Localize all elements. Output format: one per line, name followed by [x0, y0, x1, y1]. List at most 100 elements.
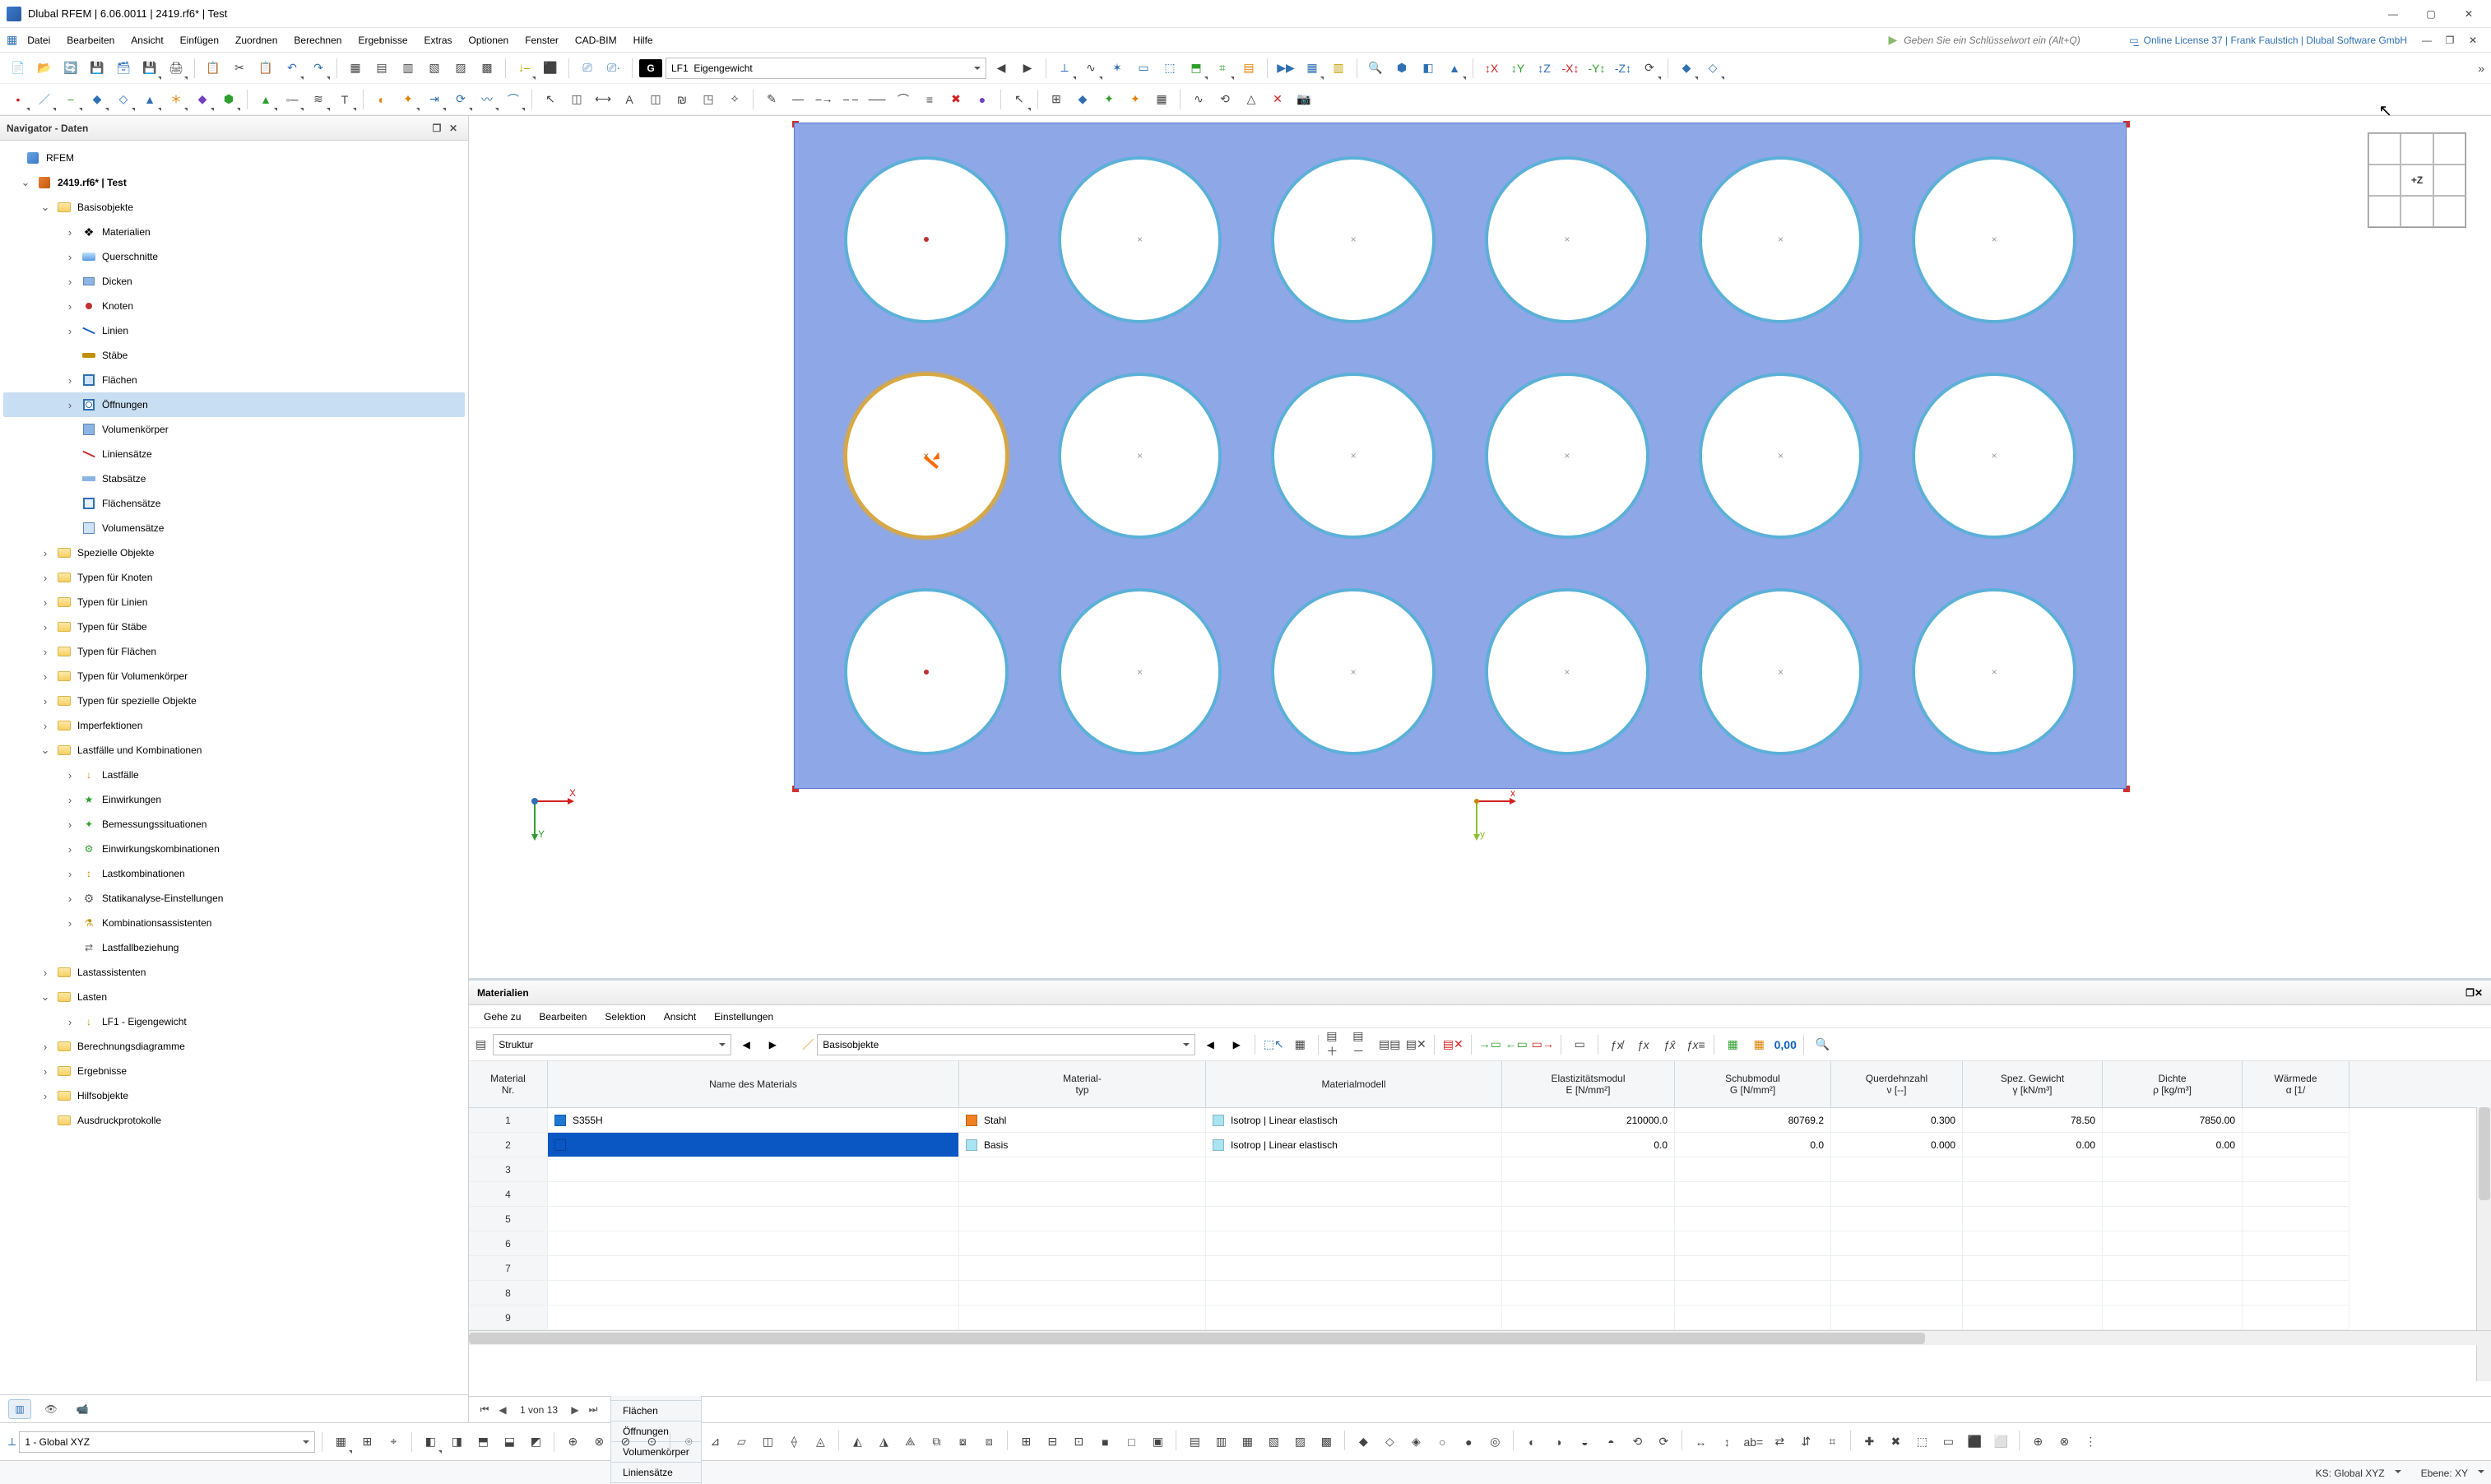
tree-folder-ausdruckprotokolle[interactable]: Ausdruckprotokolle	[3, 1108, 465, 1133]
tree-item-statikanalyse-einstellungen[interactable]: ›⚙Statikanalyse-Einstellungen	[3, 886, 465, 911]
panel-close-icon[interactable]: ✕	[445, 120, 462, 137]
memberset-tool[interactable]: ◆	[191, 88, 214, 111]
cmd-button-7[interactable]: ◮	[872, 1431, 895, 1454]
table-row[interactable]: 7	[469, 1256, 2491, 1281]
tree-folder-typen-für-volumenkörper[interactable]: ›Typen für Volumenkörper	[3, 664, 465, 689]
col-header-3[interactable]: Materialmodell	[1206, 1061, 1502, 1107]
mdi-restore[interactable]: ❐	[2438, 30, 2461, 50]
table-row[interactable]: 8	[469, 1281, 2491, 1305]
cmd-button-24[interactable]: ◆	[1352, 1431, 1375, 1454]
col-header-9[interactable]: Wärmedeα [1/	[2243, 1061, 2350, 1107]
table-color-button[interactable]: ▦	[1747, 1033, 1770, 1056]
tree-lastassistenten[interactable]: ›Lastassistenten	[3, 960, 465, 985]
window-close[interactable]: ✕	[2450, 1, 2488, 27]
cb-5[interactable]: ◨	[445, 1431, 468, 1454]
tree-item-querschnitte[interactable]: ›Querschnitte	[3, 244, 465, 269]
opening-18[interactable]: ×	[1912, 588, 2076, 755]
cb-7[interactable]: ⬓	[498, 1431, 521, 1454]
keyword-input[interactable]	[1902, 34, 2116, 47]
opening-11[interactable]: ×	[1699, 373, 1863, 540]
axis-mz-button[interactable]: -Z↕	[1612, 57, 1635, 80]
array-tool[interactable]: ✦	[397, 88, 420, 111]
divide-tool[interactable]: ✖	[944, 88, 967, 111]
mdi-close[interactable]: ✕	[2461, 30, 2484, 50]
tool-b2[interactable]: ▦	[1301, 57, 1324, 80]
cmd-button-45[interactable]: ▭	[1937, 1431, 1960, 1454]
cmd-button-40[interactable]: ⇵	[1794, 1431, 1817, 1454]
import-button[interactable]: →▭	[1478, 1033, 1501, 1056]
table-tab-liniensätze[interactable]: Liniensätze	[610, 1462, 702, 1482]
cmd-button-44[interactable]: ⬚	[1910, 1431, 1933, 1454]
layout-1-button[interactable]: ▦	[344, 57, 367, 80]
tree-lasten[interactable]: ⌄Lasten	[3, 985, 465, 1009]
lc-next-button[interactable]: ▶	[1016, 57, 1039, 80]
table-menu-ansicht[interactable]: Ansicht	[656, 1008, 704, 1026]
opening-13[interactable]	[844, 588, 1009, 755]
status-ebene[interactable]: Ebene: XY	[2421, 1468, 2484, 1479]
cmd-button-35[interactable]: ⟳	[1652, 1431, 1675, 1454]
cb-9[interactable]: ⊕	[561, 1431, 584, 1454]
grid-3-button[interactable]: ✦	[1097, 88, 1120, 111]
menu-cad-bim[interactable]: CAD-BIM	[567, 31, 625, 49]
menu-datei[interactable]: Datei	[19, 31, 58, 49]
window-maximize[interactable]: ▢	[2412, 1, 2450, 27]
cb-10[interactable]: ⊗	[587, 1431, 610, 1454]
cmd-button-1[interactable]: ⊿	[703, 1431, 726, 1454]
cmd-button-26[interactable]: ◈	[1404, 1431, 1427, 1454]
misc-1-button[interactable]: ∿	[1187, 88, 1210, 111]
cb-11[interactable]: ⊘	[614, 1431, 637, 1454]
opening-8[interactable]: ×	[1058, 373, 1222, 540]
opening-15[interactable]: ×	[1271, 588, 1436, 755]
table-menu-selektion[interactable]: Selektion	[596, 1008, 653, 1026]
tool-a6[interactable]: ⬒	[1185, 57, 1208, 80]
row-clear-button[interactable]: ▤✕	[1404, 1033, 1427, 1056]
cmd-button-11[interactable]: ⧈	[977, 1431, 1000, 1454]
iso-view-button[interactable]: ⬢	[1390, 57, 1413, 80]
axis-z-button[interactable]: ↕Z	[1533, 57, 1556, 80]
table-prev-button[interactable]: ◀	[735, 1033, 758, 1056]
cmd-button-0[interactable]: ⌾	[677, 1431, 700, 1454]
window-minimize[interactable]: —	[2374, 1, 2412, 27]
opening-5[interactable]: ×	[1699, 156, 1863, 323]
cmd-button-43[interactable]: ✖	[1884, 1431, 1907, 1454]
cmd-button-41[interactable]: ⌗	[1821, 1431, 1844, 1454]
overflow-icon[interactable]: »	[2478, 62, 2484, 75]
member-tool[interactable]: ⎯	[59, 88, 82, 111]
opening-2[interactable]: ×	[1058, 156, 1222, 323]
lineset-tool[interactable]: ＊	[165, 88, 188, 111]
navigator-tree[interactable]: RFEM ⌄2419.rf6* | Test ⌄Basisobjekte ›❖M…	[0, 141, 468, 1394]
cmd-button-8[interactable]: ⟁	[898, 1431, 921, 1454]
edit-tool[interactable]: ✎	[760, 88, 783, 111]
lc-prev-button[interactable]: ◀	[990, 57, 1013, 80]
table-row[interactable]: 6	[469, 1231, 2491, 1256]
app-menu-icon[interactable]: ▦	[7, 33, 17, 47]
cmd-button-17[interactable]: ▣	[1146, 1431, 1169, 1454]
paste-button[interactable]: 📋	[254, 57, 277, 80]
text-tool[interactable]: A	[618, 88, 641, 111]
cmd-button-30[interactable]: ◐	[1520, 1431, 1543, 1454]
table-row[interactable]: 3	[469, 1157, 2491, 1182]
tree-item-knoten[interactable]: ›Knoten	[3, 294, 465, 318]
export-right-button[interactable]: ▭→	[1531, 1033, 1554, 1056]
tool-b3[interactable]: ▥	[1327, 57, 1350, 80]
tree-folder-berechnungsdiagramme[interactable]: ›Berechnungsdiagramme	[3, 1034, 465, 1059]
cmd-button-5[interactable]: ◬	[809, 1431, 832, 1454]
cmd-button-6[interactable]: ◭	[846, 1431, 869, 1454]
menu-optionen[interactable]: Optionen	[461, 31, 517, 49]
table-struct-combo[interactable]: Struktur	[493, 1034, 731, 1055]
opening-14[interactable]: ×	[1058, 588, 1222, 755]
fx-list-button[interactable]: ƒx≡	[1684, 1033, 1707, 1056]
col-header-7[interactable]: Spez. Gewichtγ [kN/m³]	[1963, 1061, 2103, 1107]
copy-button[interactable]: 📋	[202, 57, 225, 80]
tree-item-lastfallbeziehung[interactable]: ⇄Lastfallbeziehung	[3, 935, 465, 960]
col-header-6[interactable]: Querdehnzahlν [--]	[1831, 1061, 1963, 1107]
cmd-button-36[interactable]: ↔	[1689, 1431, 1712, 1454]
cmd-button-25[interactable]: ◇	[1378, 1431, 1401, 1454]
fx-button[interactable]: ƒx	[1631, 1033, 1654, 1056]
menu-zuordnen[interactable]: Zuordnen	[227, 31, 285, 49]
tool-a5[interactable]: ⬚	[1158, 57, 1181, 80]
tree-item-materialien[interactable]: ›❖Materialien	[3, 220, 465, 244]
member-end-button[interactable]: ⎚·	[602, 57, 625, 80]
cmd-button-50[interactable]: ⋮	[2079, 1431, 2102, 1454]
tree-root-rfem[interactable]: RFEM	[3, 146, 465, 170]
